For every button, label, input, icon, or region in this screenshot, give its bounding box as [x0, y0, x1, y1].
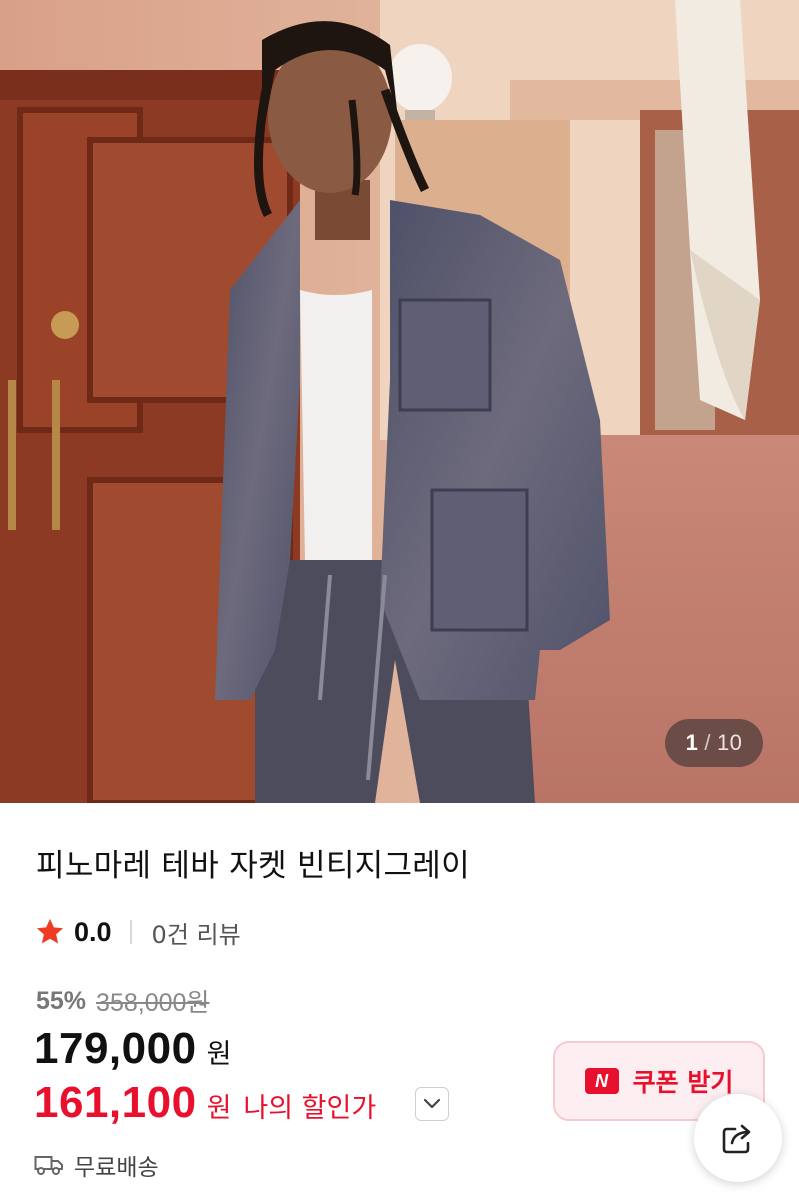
shipping-info: 무료배송: [34, 1148, 159, 1182]
share-icon: [722, 1124, 751, 1154]
my-price-expand-button[interactable]: [415, 1087, 449, 1121]
star-icon: [36, 918, 64, 944]
my-discount-price-label: 나의 할인가: [243, 1093, 377, 1124]
product-title: 피노마레 테바 자켓 빈티지그레이: [36, 848, 470, 884]
image-counter-total: 10: [716, 730, 743, 755]
my-discount-price-unit: 원: [206, 1093, 232, 1124]
discount-percent: 55%: [36, 986, 87, 1015]
discount-row: 55% 358,000원: [36, 983, 209, 1019]
truck-icon: [34, 1156, 63, 1175]
my-discount-price: 161,100: [34, 1078, 197, 1127]
review-count-link[interactable]: 0건 리뷰: [152, 915, 241, 950]
image-counter: 1 / 10: [665, 719, 763, 767]
sale-price-row: 179,000 원: [34, 1024, 231, 1074]
coupon-button-label: 쿠폰 받기: [632, 1068, 734, 1097]
chevron-down-icon: [423, 1098, 441, 1109]
original-price: 358,000원: [96, 989, 210, 1017]
shipping-label: 무료배송: [74, 1155, 159, 1181]
coupon-brand-badge: N: [584, 1068, 619, 1094]
rating-row[interactable]: 0.0 0건 리뷰: [34, 913, 241, 951]
product-image-carousel[interactable]: 1 / 10: [0, 0, 799, 803]
my-price-row: 161,100 원 나의 할인가: [34, 1078, 376, 1128]
product-photo: [0, 0, 799, 803]
image-counter-separator: /: [704, 730, 711, 755]
image-counter-current: 1: [685, 730, 699, 755]
sale-price-unit: 원: [206, 1039, 232, 1070]
share-button[interactable]: [694, 1094, 782, 1182]
rating-score: 0.0: [74, 916, 112, 947]
sale-price: 179,000: [34, 1024, 197, 1073]
rating-divider: [129, 920, 132, 944]
